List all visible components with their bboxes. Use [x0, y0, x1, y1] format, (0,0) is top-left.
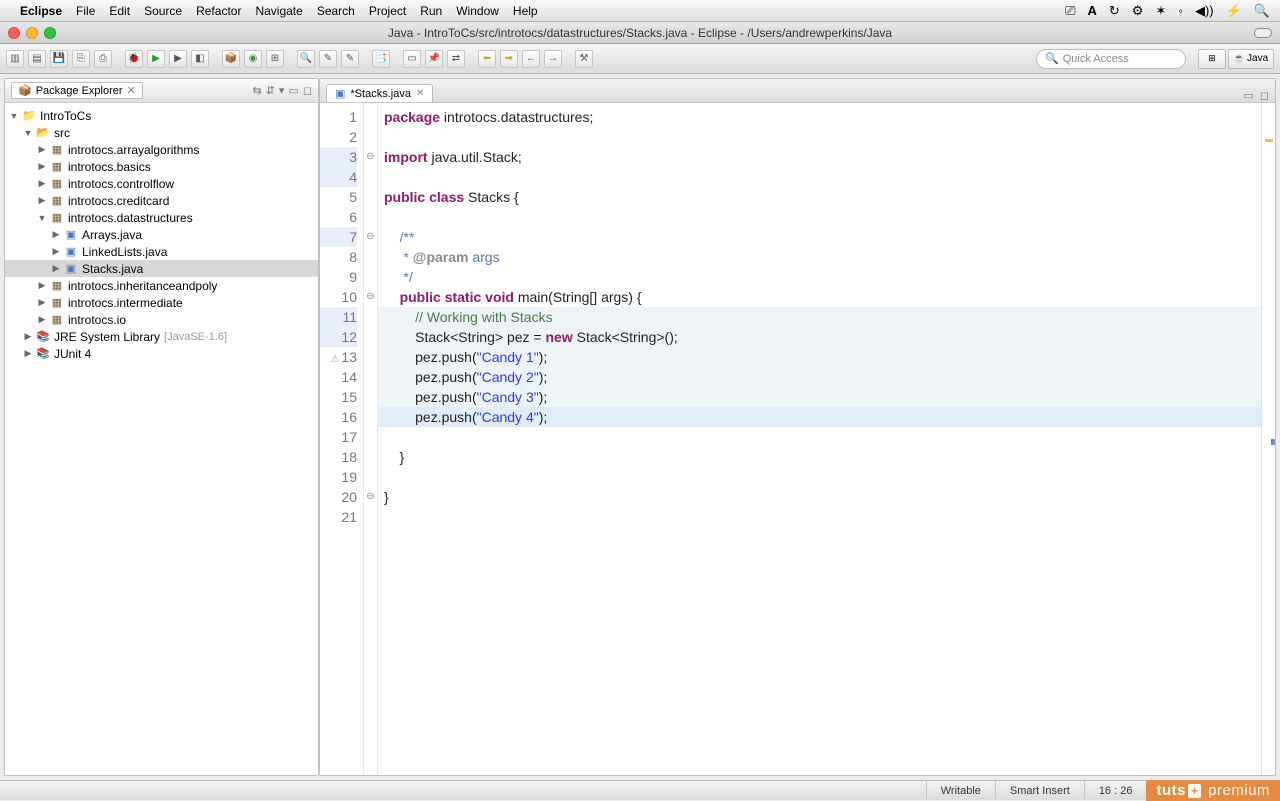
main-toolbar: ▥ ▤ 💾 ⎘ ⎙ 🐞 ▶ ▶ ◧ 📦 ◉ ⊞ 🔍 ✎ ✎ 📑 ▭ 📌 ⇄ ⬅ …: [0, 44, 1280, 74]
menu-file[interactable]: File: [76, 4, 95, 18]
wifi-signal-icon[interactable]: ◦: [1178, 3, 1183, 18]
package-introtocs-arrayalgorithms[interactable]: ▶▦introtocs.arrayalgorithms: [5, 141, 318, 158]
package-icon: 📦: [18, 84, 32, 97]
nav-forward-button[interactable]: →: [544, 50, 562, 68]
menu-run[interactable]: Run: [420, 4, 442, 18]
window-title: Java - IntroToCs/src/introtocs/datastruc…: [0, 26, 1280, 40]
run-button[interactable]: ▶: [147, 50, 165, 68]
toolbar-toggle-button[interactable]: [1254, 28, 1272, 38]
quick-access-placeholder: Quick Access: [1063, 53, 1129, 65]
forward-button[interactable]: ➡: [500, 50, 518, 68]
menu-source[interactable]: Source: [144, 4, 182, 18]
open-type-button[interactable]: ⊞: [266, 50, 284, 68]
package-introtocs-creditcard[interactable]: ▶▦introtocs.creditcard: [5, 192, 318, 209]
perspective-switcher: ⊞ ☕Java: [1198, 49, 1274, 69]
close-view-icon[interactable]: ✕: [127, 84, 136, 97]
battery-icon[interactable]: ⚡: [1226, 3, 1242, 19]
package-introtocs-inheritanceandpoly[interactable]: ▶▦introtocs.inheritanceandpoly: [5, 277, 318, 294]
mac-menubar: Eclipse File Edit Source Refactor Navigate Se…: [0, 0, 1280, 22]
wifi-icon[interactable]: ✶: [1155, 3, 1166, 19]
coverage-button[interactable]: ◧: [191, 50, 209, 68]
java-file-icon: ▣: [335, 87, 345, 100]
file-LinkedLists-java[interactable]: ▶▣LinkedLists.java: [5, 243, 318, 260]
package-introtocs-io[interactable]: ▶▦introtocs.io: [5, 311, 318, 328]
menu-project[interactable]: Project: [369, 4, 406, 18]
save-all-button[interactable]: ⎘: [72, 50, 90, 68]
package-explorer-view: 📦 Package Explorer ✕ ⇆ ⇵ ▾ ▭ ◻ ▼📁IntroTo…: [4, 78, 319, 776]
close-tab-icon[interactable]: ✕: [416, 88, 424, 99]
task-button[interactable]: ✎: [341, 50, 359, 68]
menubar-status-icons: ⎚ A ↻ ⚙ ✶ ◦ ◀)) ⚡ 🔍: [1065, 3, 1270, 19]
minimize-view-icon[interactable]: ▭: [288, 84, 298, 97]
volume-icon[interactable]: ◀)): [1195, 3, 1214, 19]
link-editor-icon[interactable]: ⇵: [266, 84, 275, 97]
package-introtocs-basics[interactable]: ▶▦introtocs.basics: [5, 158, 318, 175]
lib-junit-4[interactable]: ▶📚JUnit 4: [5, 345, 318, 362]
package-explorer-title: Package Explorer: [36, 85, 123, 97]
package-explorer-tab[interactable]: 📦 Package Explorer ✕: [11, 82, 143, 99]
timemachine-icon[interactable]: ↻: [1109, 3, 1120, 19]
display-icon[interactable]: ⎚: [1065, 3, 1075, 19]
menu-edit[interactable]: Edit: [109, 4, 130, 18]
window-titlebar: Java - IntroToCs/src/introtocs/datastruc…: [0, 22, 1280, 44]
code-editor[interactable]: 123456789101112⚠131415161718192021 ⊖⊖⊖⊖ …: [320, 103, 1275, 775]
lib-jre-system-library[interactable]: ▶📚JRE System Library[JavaSE-1.6]: [5, 328, 318, 345]
package-introtocs-intermediate[interactable]: ▶▦introtocs.intermediate: [5, 294, 318, 311]
collapse-all-icon[interactable]: ⇆: [252, 84, 261, 97]
editor-tab-label: *Stacks.java: [350, 88, 411, 100]
file-Arrays-java[interactable]: ▶▣Arrays.java: [5, 226, 318, 243]
cursor-position-status: 16 : 26: [1084, 781, 1147, 800]
adobe-icon[interactable]: A: [1088, 3, 1097, 18]
back-button[interactable]: ⬅: [478, 50, 496, 68]
search-button[interactable]: 🔍: [297, 50, 315, 68]
app-name[interactable]: Eclipse: [20, 4, 62, 18]
new-wizard-button[interactable]: ▤: [28, 50, 46, 68]
menu-help[interactable]: Help: [513, 4, 538, 18]
statusbar: Writable Smart Insert 16 : 26 tuts+ prem…: [0, 780, 1280, 800]
maximize-editor-icon[interactable]: ◻: [1260, 89, 1269, 102]
package-explorer-tree[interactable]: ▼📁IntroToCs▼📂src▶▦introtocs.arrayalgorit…: [5, 103, 318, 775]
toggle-mark-button[interactable]: ✎: [319, 50, 337, 68]
debug-button[interactable]: 🐞: [125, 50, 143, 68]
insert-mode-status: Smart Insert: [995, 781, 1084, 800]
file-Stacks-java[interactable]: ▶▣Stacks.java: [5, 260, 318, 277]
new-class-button[interactable]: ◉: [244, 50, 262, 68]
spotlight-icon[interactable]: 🔍: [1254, 3, 1270, 19]
bookmark-button[interactable]: 📑: [372, 50, 390, 68]
new-package-button[interactable]: 📦: [222, 50, 240, 68]
print-button[interactable]: ⎙: [94, 50, 112, 68]
pin-button[interactable]: 📌: [425, 50, 443, 68]
bluetooth-icon[interactable]: ⚙: [1132, 3, 1144, 19]
run-last-button[interactable]: ▶: [169, 50, 187, 68]
writable-status: Writable: [926, 781, 995, 800]
warning-marker[interactable]: [1265, 139, 1273, 142]
view-menu-icon[interactable]: ▾: [279, 84, 285, 97]
build-button[interactable]: ⚒: [575, 50, 593, 68]
minimize-editor-icon[interactable]: ▭: [1243, 89, 1253, 102]
cursor-indicator: [1271, 439, 1275, 445]
package-introtocs-datastructures[interactable]: ▼▦introtocs.datastructures: [5, 209, 318, 226]
quick-access-input[interactable]: 🔍 Quick Access: [1036, 49, 1186, 69]
editor-tab-stacks[interactable]: ▣ *Stacks.java ✕: [326, 84, 433, 102]
menu-window[interactable]: Window: [456, 4, 499, 18]
open-perspective-button[interactable]: ⊞: [1198, 49, 1226, 69]
java-perspective-button[interactable]: ☕Java: [1228, 49, 1274, 69]
watermark: tuts+ premium: [1146, 780, 1280, 801]
menu-navigate[interactable]: Navigate: [255, 4, 302, 18]
package-introtocs-controlflow[interactable]: ▶▦introtocs.controlflow: [5, 175, 318, 192]
nav-back-button[interactable]: ←: [522, 50, 540, 68]
link-button[interactable]: ⇄: [447, 50, 465, 68]
toggle-breadcrumb-button[interactable]: ▭: [403, 50, 421, 68]
folder-src[interactable]: ▼📂src: [5, 124, 318, 141]
project-introtocs[interactable]: ▼📁IntroToCs: [5, 107, 318, 124]
maximize-view-icon[interactable]: ◻: [303, 84, 312, 97]
editor-area: ▣ *Stacks.java ✕ ▭ ◻ 123456789101112⚠131…: [319, 78, 1276, 776]
save-button[interactable]: 💾: [50, 50, 68, 68]
new-button[interactable]: ▥: [6, 50, 24, 68]
menu-search[interactable]: Search: [317, 4, 355, 18]
menu-refactor[interactable]: Refactor: [196, 4, 241, 18]
